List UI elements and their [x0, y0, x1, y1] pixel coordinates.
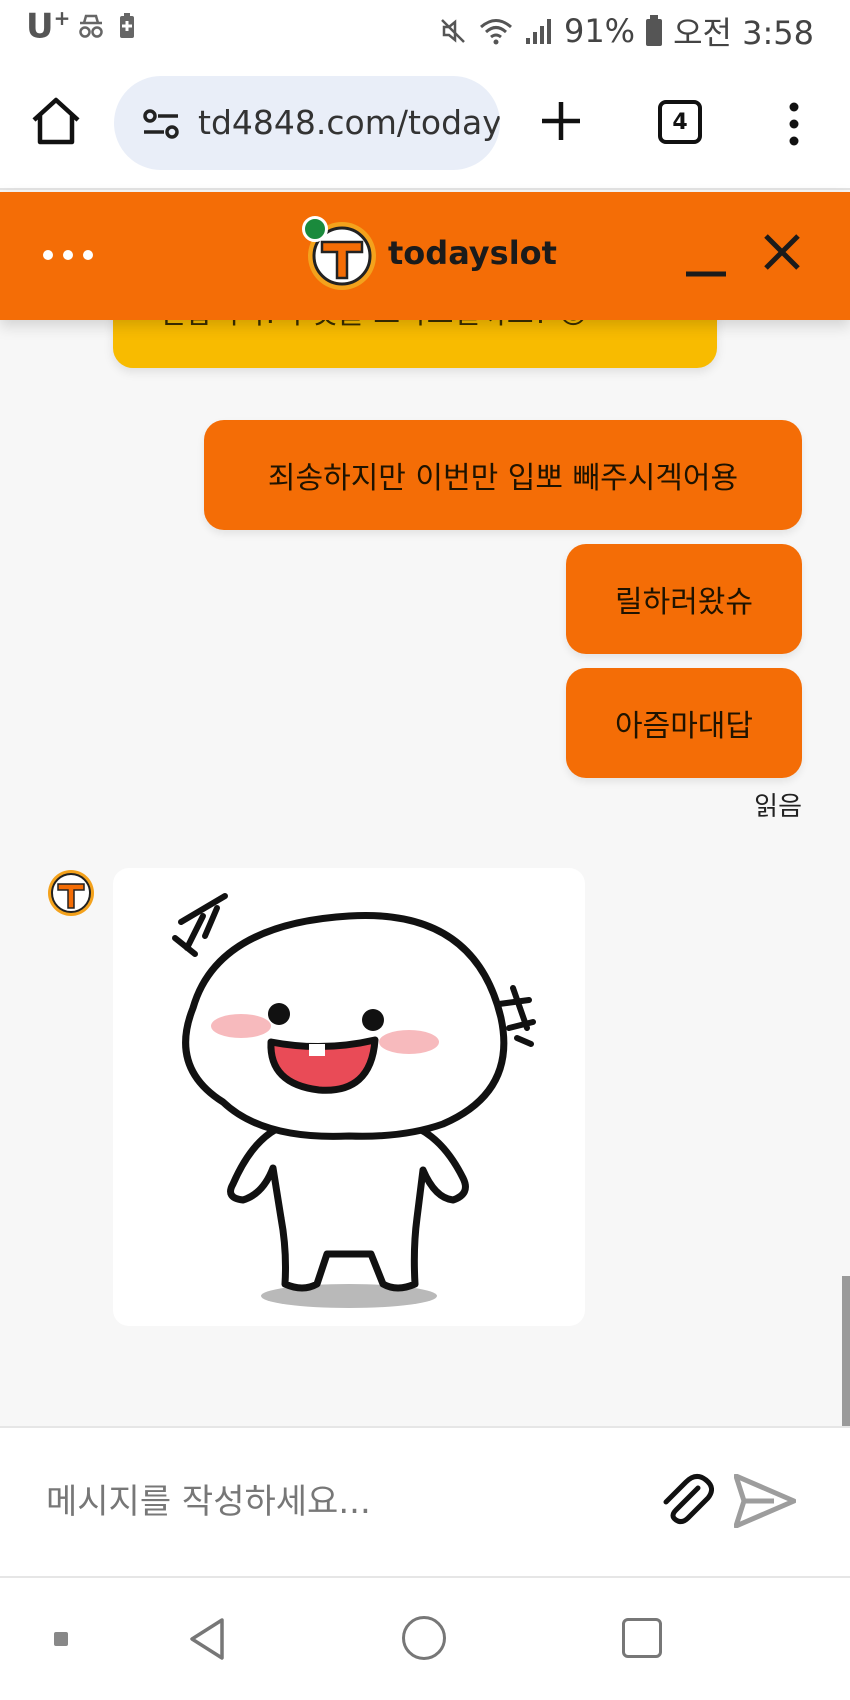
url-bar[interactable]: td4848.com/today	[114, 76, 500, 170]
home-icon[interactable]	[30, 96, 82, 146]
outgoing-message: 릴하러왔슈	[566, 544, 802, 654]
system-navigation-bar	[0, 1578, 850, 1700]
paperclip-icon[interactable]	[658, 1472, 714, 1528]
back-icon[interactable]	[186, 1616, 228, 1662]
send-icon[interactable]	[734, 1474, 796, 1528]
chat-header: todayslot	[0, 192, 850, 320]
status-left: U+	[26, 6, 142, 46]
url-text[interactable]: td4848.com/today	[198, 103, 500, 142]
battery-percent: 91%	[563, 12, 636, 50]
clock: 오전 3:58	[673, 14, 814, 52]
agent-avatar	[48, 870, 94, 916]
message-text: 릴하러왔슈	[615, 585, 753, 620]
minimize-icon[interactable]	[684, 248, 728, 278]
recents-icon[interactable]	[622, 1618, 662, 1658]
message-text: 죄송하지만 이번만 입뽀 빼주시겍어용	[267, 461, 739, 496]
message-input[interactable]	[46, 1474, 606, 1530]
battery-icon	[646, 15, 663, 46]
new-tab-icon[interactable]	[540, 100, 582, 142]
tabs-icon[interactable]: 4	[658, 100, 702, 144]
mute-icon	[441, 19, 465, 43]
nav-indicator	[54, 1632, 68, 1646]
outgoing-message: 죄송하지만 이번만 입뽀 빼주시겍어용	[204, 420, 802, 530]
close-icon[interactable]	[762, 232, 802, 272]
outgoing-message: 아즘마대답	[566, 668, 802, 778]
chat-messages[interactable]: 편합니다. 무엇을 도와드릴까요? 😊 죄송하지만 이번만 입뽀 빼주시겍어용 …	[0, 190, 850, 1426]
incognito-icon	[79, 14, 104, 38]
wifi-icon	[479, 19, 512, 45]
signal-icon	[525, 19, 551, 44]
browser-toolbar: td4848.com/today 4	[0, 58, 850, 190]
more-icon[interactable]	[42, 248, 94, 262]
message-composer	[0, 1426, 850, 1578]
battery-saver-icon	[120, 13, 135, 39]
online-status-dot	[302, 216, 328, 242]
laughing-character-sticker	[172, 893, 536, 1308]
status-right: 91% 오전 3:58	[438, 8, 814, 54]
read-receipt: 읽음	[754, 792, 802, 822]
sticker-message[interactable]	[113, 868, 585, 1326]
home-nav-icon[interactable]	[402, 1616, 446, 1660]
status-bar: U+ 91% 오전 3:58	[0, 0, 850, 58]
message-text: 아즘마대답	[615, 709, 753, 744]
more-icon[interactable]	[784, 102, 804, 146]
chat-title: todayslot	[388, 234, 557, 272]
carrier-label: U+	[26, 6, 71, 47]
scrollbar-thumb[interactable]	[842, 1276, 850, 1426]
site-settings-icon[interactable]	[142, 108, 180, 140]
tab-count: 4	[672, 109, 688, 135]
